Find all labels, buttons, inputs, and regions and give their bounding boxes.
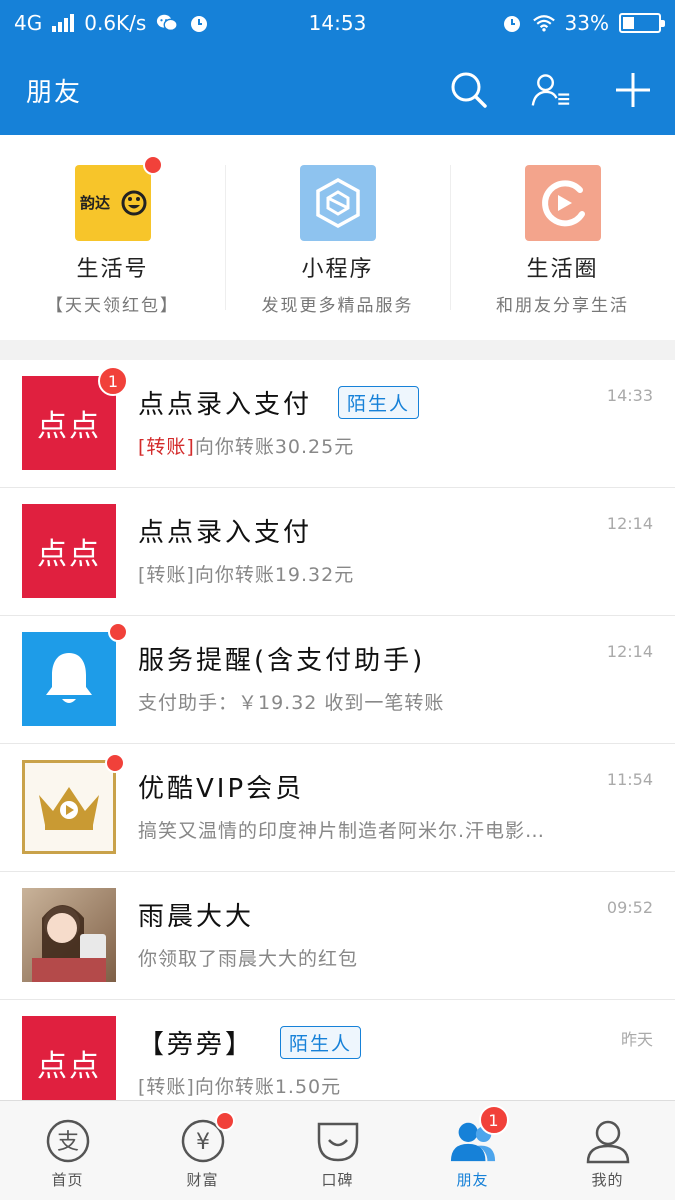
chat-time: 12:14 [606, 642, 653, 661]
add-button[interactable] [613, 70, 653, 110]
dian-dian-avatar: 点点 1 [22, 366, 128, 470]
shortcut-title: 小程序 [301, 257, 374, 282]
battery-percent: 33% [564, 10, 609, 35]
svg-text:支: 支 [56, 1130, 78, 1155]
koubei-icon [314, 1117, 362, 1165]
wealth-icon: ¥ [179, 1111, 235, 1165]
notification-dot [142, 155, 163, 175]
wechat-icon [156, 12, 179, 34]
tab-wealth[interactable]: ¥ 财富 [135, 1101, 270, 1200]
bell-avatar [22, 622, 128, 726]
chat-row[interactable]: 雨晨大大 你领取了雨晨大大的红包 09:52 [0, 872, 675, 1000]
tab-label: 财富 [186, 1171, 219, 1189]
contacts-icon [531, 74, 570, 106]
status-bar: 4G 0.6K/s 14:53 33% [0, 0, 675, 45]
tab-friends[interactable]: 1 朋友 [405, 1101, 540, 1200]
chat-list: 点点 1 点点录入支付 陌生人 [转账]向你转账30.25元 14:33 点点 … [0, 360, 675, 1100]
chat-name: 服务提醒(含支付助手) [138, 646, 426, 676]
chat-time: 14:33 [606, 386, 653, 405]
chat-message: 支付助手：￥19.32 收到一笔转账 [138, 692, 445, 714]
chat-name: 雨晨大大 [138, 902, 255, 932]
shortcut-mini-program[interactable]: 小程序 发现更多精品服务 [225, 135, 450, 340]
chat-message: 向你转账30.25元 [194, 436, 355, 458]
shortcut-subtitle: 【天天领红包】 [46, 296, 179, 316]
chat-row[interactable]: 点点 1 点点录入支付 陌生人 [转账]向你转账30.25元 14:33 [0, 360, 675, 488]
chat-time: 11:54 [606, 770, 653, 789]
notification-dot [105, 753, 125, 773]
stranger-tag: 陌生人 [280, 1026, 362, 1059]
chat-message: [转账]向你转账19.32元 [138, 564, 355, 586]
alarm-icon [188, 12, 210, 34]
app-header: 朋友 [0, 45, 675, 135]
youku-vip-avatar [22, 753, 125, 854]
chat-row[interactable]: 点点 【旁旁】 陌生人 [转账]向你转账1.50元 昨天 [0, 1000, 675, 1100]
dian-dian-avatar: 点点 [22, 504, 116, 598]
tab-label: 我的 [591, 1171, 624, 1189]
svg-text:¥: ¥ [196, 1130, 210, 1155]
stranger-tag: 陌生人 [338, 386, 420, 419]
shortcut-life-circle[interactable]: 生活圈 和朋友分享生活 [450, 135, 675, 340]
chat-time: 昨天 [620, 1030, 653, 1049]
chat-time: 09:52 [606, 898, 653, 917]
alarm-icon [501, 12, 523, 34]
chat-message: 搞笑又温情的印度神片制造者阿米尔.汗电影… [138, 820, 546, 842]
avatar-text: 点点 [37, 1049, 101, 1084]
chat-name: 优酷VIP会员 [138, 774, 305, 804]
dian-dian-avatar: 点点 [22, 1016, 116, 1100]
search-icon [451, 72, 487, 108]
wifi-icon [532, 12, 555, 34]
tab-label: 首页 [51, 1171, 84, 1189]
search-button[interactable] [449, 70, 489, 110]
profile-icon [584, 1117, 632, 1165]
yunda-logo-icon: 韵达 [74, 155, 163, 241]
chat-row[interactable]: 优酷VIP会员 搞笑又温情的印度神片制造者阿米尔.汗电影… 11:54 [0, 744, 675, 872]
unread-badge: 1 [478, 1105, 509, 1135]
network-speed: 0.6K/s [84, 10, 147, 35]
network-type: 4G [14, 10, 43, 35]
battery-icon [619, 12, 665, 33]
chat-time: 12:14 [606, 514, 653, 533]
tab-koubei[interactable]: 口碑 [270, 1101, 405, 1200]
avatar-text: 点点 [37, 537, 101, 572]
svg-text:韵达: 韵达 [80, 194, 110, 212]
chat-name: 【旁旁】 [138, 1030, 255, 1060]
signal-icon [52, 13, 75, 32]
shortcut-title: 生活号 [76, 257, 149, 282]
notification-dot [214, 1111, 235, 1131]
chat-row[interactable]: 服务提醒(含支付助手) 支付助手：￥19.32 收到一笔转账 12:14 [0, 616, 675, 744]
tab-profile[interactable]: 我的 [540, 1101, 675, 1200]
mini-program-icon [299, 165, 376, 241]
chat-message: [转账]向你转账1.50元 [138, 1076, 342, 1098]
chat-message: 你领取了雨晨大大的红包 [138, 948, 359, 970]
home-icon: 支 [44, 1117, 92, 1165]
person-photo-icon [32, 905, 106, 982]
chat-row[interactable]: 点点 点点录入支付 [转账]向你转账19.32元 12:14 [0, 488, 675, 616]
tab-label: 口碑 [321, 1171, 354, 1189]
bottom-tab-bar: 支 首页 ¥ 财富 口碑 1 朋友 我的 [0, 1100, 675, 1200]
bell-icon [46, 653, 92, 703]
page-title: 朋友 [26, 77, 83, 108]
section-divider [0, 340, 675, 360]
top-shortcuts: 韵达 生活号 【天天领红包】 小程序 发现更多精品服务 生活圈 和朋友分享生活 [0, 135, 675, 340]
shortcut-subtitle: 和朋友分享生活 [496, 296, 629, 316]
chat-name: 点点录入支付 [138, 390, 313, 420]
friends-icon: 1 [449, 1105, 509, 1165]
tab-home[interactable]: 支 首页 [0, 1101, 135, 1200]
tab-label: 朋友 [456, 1171, 489, 1189]
plus-icon [616, 73, 650, 107]
shortcut-title: 生活圈 [526, 257, 599, 282]
chat-name: 点点录入支付 [138, 518, 313, 548]
avatar-text: 点点 [37, 409, 101, 444]
notification-dot [108, 622, 128, 642]
contacts-button[interactable] [531, 70, 571, 110]
message-prefix: [转账] [138, 436, 195, 458]
shortcut-subtitle: 发现更多精品服务 [261, 296, 414, 316]
user-photo-avatar [22, 888, 116, 982]
crown-icon [39, 787, 99, 830]
shortcut-life-account[interactable]: 韵达 生活号 【天天领红包】 [0, 135, 225, 340]
life-circle-icon [524, 165, 601, 241]
unread-badge: 1 [98, 366, 128, 396]
